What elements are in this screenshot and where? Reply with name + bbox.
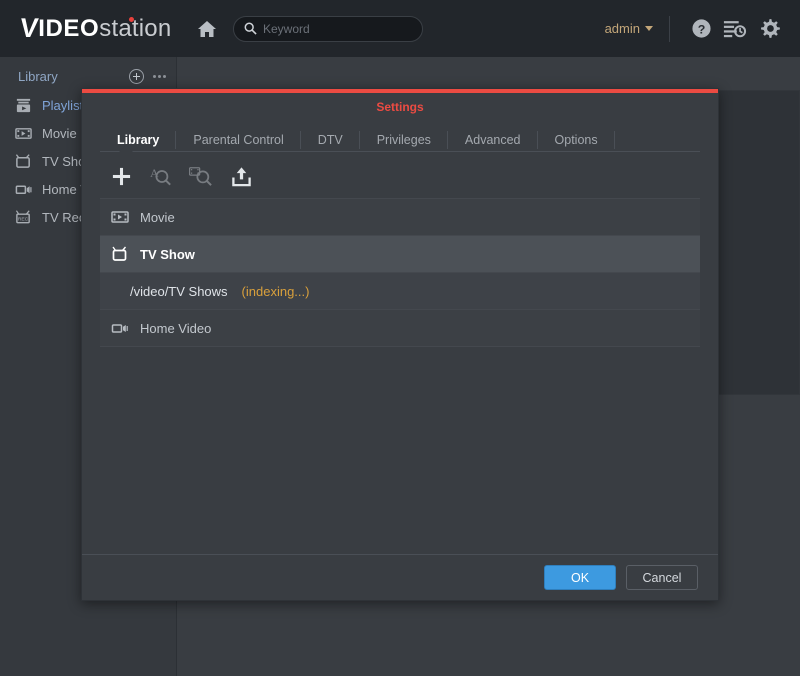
- logo-ideo: IDEO: [38, 14, 100, 42]
- tv-icon: [14, 152, 32, 170]
- gear-icon[interactable]: [752, 12, 786, 46]
- tv-icon: [110, 244, 130, 264]
- playlist-icon: [14, 96, 32, 114]
- tab-dtv[interactable]: DTV: [301, 129, 360, 151]
- app-root: VIDEOstation admin ?: [0, 0, 800, 676]
- settings-dialog: Settings Library Parental Control DTV Pr…: [81, 88, 719, 601]
- svg-text:REC: REC: [17, 216, 28, 222]
- text-search-button[interactable]: A: [144, 159, 178, 193]
- film-icon: [110, 207, 130, 227]
- log-history-icon[interactable]: [718, 12, 752, 46]
- dialog-body: A Movie TV Show /video/TV Shows (indexin…: [82, 154, 718, 347]
- tab-label: Parental Control: [193, 133, 284, 147]
- upload-button[interactable]: [224, 159, 258, 193]
- tabs-underline: [100, 151, 700, 152]
- dialog-title: Settings: [376, 100, 424, 114]
- row-label: Home Video: [140, 320, 212, 336]
- sidebar-title: Library: [18, 68, 58, 84]
- search-input[interactable]: [263, 21, 412, 36]
- tab-library[interactable]: Library: [100, 129, 177, 151]
- sidebar-item-label: Playlist: [42, 97, 84, 113]
- tv-rec-icon: REC: [14, 208, 32, 226]
- status-badge: (indexing...): [241, 283, 310, 299]
- sidebar-header: Library: [0, 61, 176, 91]
- table-row[interactable]: /video/TV Shows (indexing...): [100, 273, 700, 310]
- svg-text:?: ?: [697, 22, 705, 36]
- help-icon[interactable]: ?: [684, 12, 718, 46]
- row-label: TV Show: [140, 246, 195, 262]
- camcorder-icon: [14, 180, 32, 198]
- header-divider: [669, 15, 670, 42]
- search-box[interactable]: [233, 15, 423, 42]
- top-header-bar: VIDEOstation admin ?: [0, 0, 800, 57]
- search-icon: [244, 22, 257, 35]
- logo-station-text: station: [99, 14, 172, 42]
- ok-button[interactable]: OK: [544, 565, 616, 590]
- dialog-tabs: Library Parental Control DTV Privileges …: [82, 121, 718, 152]
- cancel-button[interactable]: Cancel: [626, 565, 698, 590]
- tab-label: Privileges: [376, 133, 431, 147]
- tab-label: Options: [554, 133, 598, 147]
- tab-options[interactable]: Options: [538, 129, 615, 151]
- tab-label: Advanced: [464, 133, 521, 147]
- dialog-footer: OK Cancel: [82, 554, 718, 600]
- row-label: Movie: [140, 209, 175, 225]
- video-search-button[interactable]: [184, 159, 218, 193]
- film-icon: [14, 124, 32, 142]
- user-label: admin: [604, 21, 640, 36]
- background-panel: [705, 90, 800, 395]
- logo-letter-v: V: [18, 13, 40, 43]
- user-menu[interactable]: admin: [605, 21, 653, 36]
- app-logo: V IDEO station: [0, 0, 177, 57]
- home-icon[interactable]: [187, 9, 227, 49]
- library-toolbar: A: [100, 154, 700, 198]
- camcorder-icon: [110, 318, 130, 338]
- tab-privileges[interactable]: Privileges: [360, 129, 449, 151]
- header-actions: admin ?: [605, 0, 800, 57]
- add-library-button[interactable]: [104, 159, 138, 193]
- circle-plus-icon[interactable]: [129, 68, 144, 84]
- table-row[interactable]: TV Show: [100, 236, 700, 273]
- library-list: Movie TV Show /video/TV Shows (indexing.…: [100, 198, 700, 347]
- sidebar-item-label: Movie: [42, 125, 77, 141]
- logo-station: station: [99, 15, 171, 43]
- tab-label: DTV: [317, 133, 343, 147]
- tab-parental-control[interactable]: Parental Control: [176, 129, 302, 151]
- table-row[interactable]: Movie: [100, 199, 700, 236]
- chevron-down-icon: [645, 26, 653, 31]
- row-label: /video/TV Shows: [130, 283, 228, 299]
- logo-dot: [129, 16, 135, 22]
- ellipsis-icon[interactable]: [153, 74, 166, 78]
- active-tab-pointer: [118, 144, 134, 152]
- table-row[interactable]: Home Video: [100, 310, 700, 347]
- tab-advanced[interactable]: Advanced: [448, 129, 538, 151]
